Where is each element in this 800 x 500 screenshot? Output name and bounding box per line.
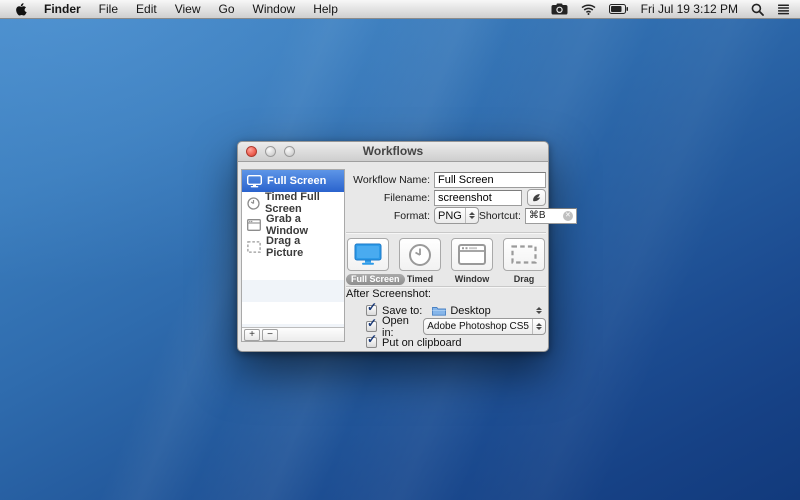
apple-menu[interactable] [8,2,35,17]
shortcut-label: Shortcut: [479,210,525,222]
workflow-list-toolbar: + − [242,327,344,341]
filename-token-button[interactable] [527,189,546,206]
folder-icon [432,305,446,316]
window-icon [458,244,486,265]
camera-icon[interactable] [551,3,568,15]
open-in-value: Adobe Photoshop CS5 [424,321,532,332]
filename-label: Filename: [346,192,430,204]
checkmark-icon: ✓ [367,316,377,330]
mode-label-full-screen[interactable]: Full Screen [346,274,390,285]
window-icon [247,219,261,231]
menu-view[interactable]: View [166,0,210,19]
close-button[interactable] [246,146,257,157]
mode-window: Window [450,238,494,285]
workflow-name-row: Workflow Name: [346,171,546,188]
mode-full-screen: Full Screen [346,238,390,285]
open-in-label: Open in: [382,315,417,339]
workflow-settings-panel: Workflow Name: Filename: Format: PNG S [346,171,546,225]
workflow-row-label: Grab a Window [266,213,339,237]
clipboard-row: ✓ Put on clipboard [346,335,546,350]
menu-edit[interactable]: Edit [127,0,166,19]
format-label: Format: [346,210,430,222]
menu-window[interactable]: Window [244,0,305,19]
after-screenshot-section: After Screenshot: ✓ Save to: Desktop ✓ O… [346,288,546,351]
dashed-rect-icon [511,245,537,264]
display-icon [354,243,382,266]
zoom-button[interactable] [284,146,295,157]
workflow-row-label: Drag a Picture [266,235,339,259]
apple-icon [15,2,28,17]
menu-finder[interactable]: Finder [35,0,90,19]
menu-bar: Finder File Edit View Go Window Help Fri… [0,0,800,19]
clipboard-checkbox[interactable]: ✓ [366,337,377,348]
mode-label-timed[interactable]: Timed [398,274,442,285]
workflow-row-label: Full Screen [267,175,326,187]
open-in-popup[interactable]: Adobe Photoshop CS5 [423,318,546,335]
shortcut-clear-icon[interactable]: ✕ [563,211,573,221]
popup-arrows-icon [465,208,478,223]
clipboard-label: Put on clipboard [382,337,462,349]
mode-timed: Timed [398,238,442,285]
minimize-button[interactable] [265,146,276,157]
shortcut-value: ⌘B [529,210,546,221]
menubar-clock[interactable]: Fri Jul 19 3:12 PM [641,2,738,16]
workflow-name-input[interactable] [434,172,546,188]
mode-timed-button[interactable] [399,238,441,271]
workflow-name-label: Workflow Name: [346,174,430,186]
menu-file[interactable]: File [90,0,127,19]
clock-icon [408,243,432,267]
shortcut-field[interactable]: ⌘B ✕ [525,208,577,224]
add-workflow-button[interactable]: + [244,329,260,341]
workflow-row-grab-a-window[interactable]: Grab a Window [242,214,344,236]
desktop: Finder File Edit View Go Window Help Fri… [0,0,800,500]
separator [346,232,546,234]
mode-drag-button[interactable] [503,238,545,271]
dashed-rect-icon [247,241,261,253]
menu-go[interactable]: Go [210,0,244,19]
workflow-row-label: Timed Full Screen [265,191,339,215]
spotlight-icon[interactable] [751,3,764,16]
remove-workflow-button[interactable]: − [262,329,278,341]
workflows-window: Workflows Full Screen [237,141,549,352]
format-value: PNG [435,210,465,222]
menu-help[interactable]: Help [304,0,347,19]
workflow-row-drag-a-picture[interactable]: Drag a Picture [242,236,344,258]
wifi-icon[interactable] [581,4,596,15]
mode-label-window[interactable]: Window [450,274,494,285]
filename-row: Filename: [346,189,546,206]
quill-icon [531,192,542,203]
save-to-checkbox[interactable]: ✓ [366,305,377,316]
workflow-row-timed-full-screen[interactable]: Timed Full Screen [242,192,344,214]
capture-mode-group: Full Screen Timed Window [346,238,546,285]
workflow-row-full-screen[interactable]: Full Screen [242,170,344,192]
popup-arrows-icon [532,319,545,334]
mode-full-screen-button[interactable] [347,238,389,271]
window-titlebar[interactable]: Workflows [238,142,548,162]
mode-label-drag[interactable]: Drag [502,274,546,285]
workflow-list: Full Screen Timed Full Screen Grab a Win… [241,169,345,342]
save-to-popup-arrows[interactable] [536,307,542,314]
filename-input[interactable] [434,190,522,206]
clock-icon [247,197,260,210]
format-shortcut-row: Format: PNG Shortcut: ⌘B ✕ [346,207,546,224]
save-to-value[interactable]: Desktop [450,305,490,317]
checkmark-icon: ✓ [367,332,377,346]
format-popup[interactable]: PNG [434,207,479,224]
mode-window-button[interactable] [451,238,493,271]
display-icon [247,175,262,188]
battery-icon[interactable] [609,4,628,14]
open-in-checkbox[interactable]: ✓ [366,321,377,332]
workflow-list-rows: Full Screen Timed Full Screen Grab a Win… [242,170,344,327]
menu-list-icon[interactable] [777,4,790,15]
mode-drag: Drag [502,238,546,285]
checkmark-icon: ✓ [367,300,377,314]
